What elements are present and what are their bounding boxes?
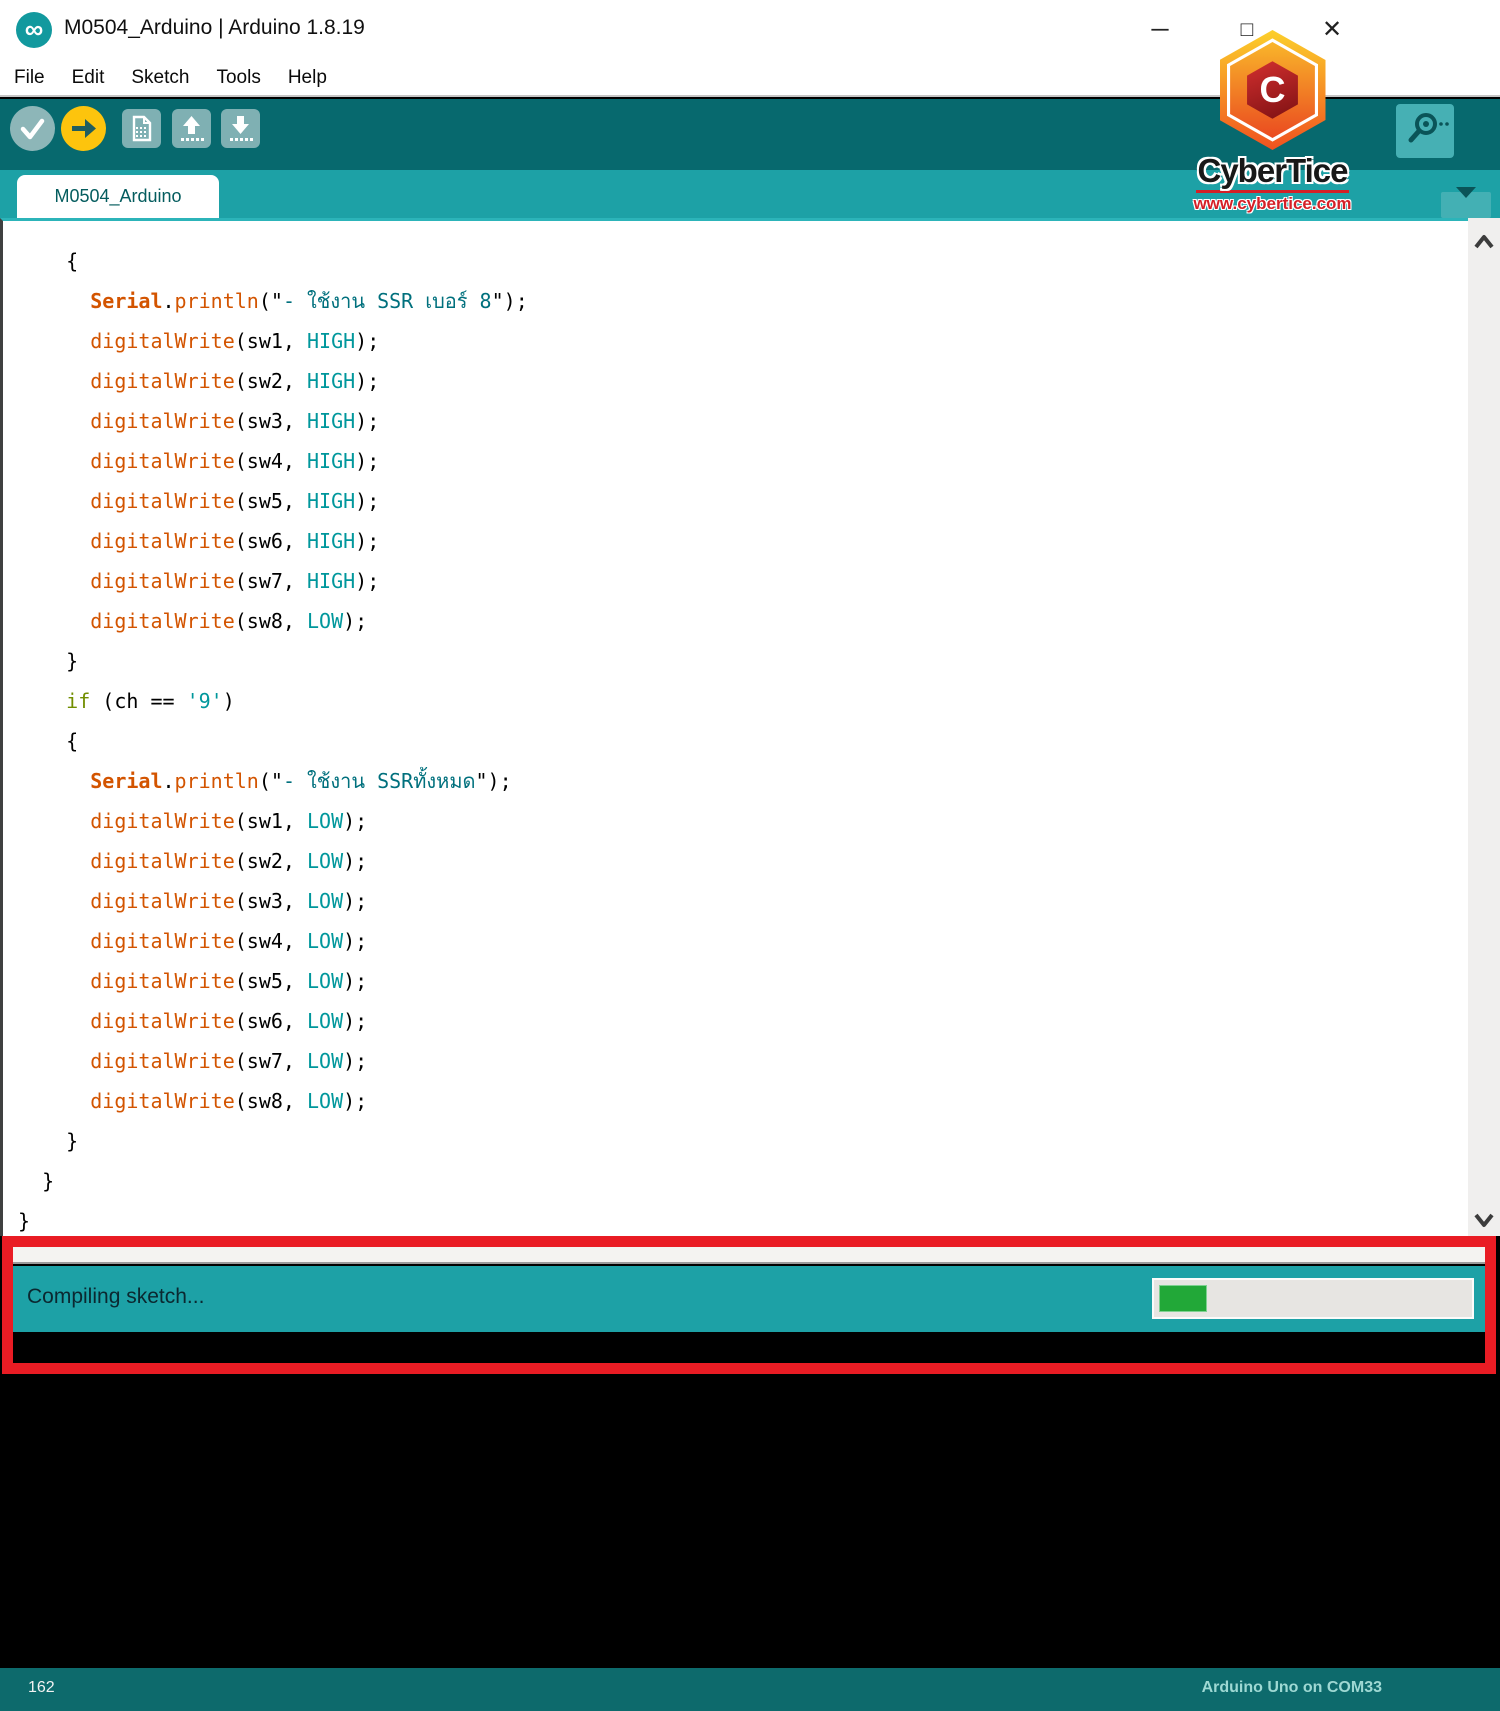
code-line: digitalWrite(sw3, HIGH); bbox=[90, 409, 380, 433]
code-line: if (ch == '9') bbox=[66, 689, 235, 713]
code-line: digitalWrite(sw8, LOW); bbox=[90, 609, 368, 633]
scroll-down-icon[interactable] bbox=[1468, 1204, 1500, 1234]
save-sketch-button[interactable] bbox=[221, 109, 260, 148]
code-line: digitalWrite(sw8, LOW); bbox=[90, 1089, 368, 1113]
code-line: digitalWrite(sw7, HIGH); bbox=[90, 569, 380, 593]
open-sketch-button[interactable] bbox=[172, 109, 211, 148]
code-line: } bbox=[18, 649, 79, 673]
menu-tools[interactable]: Tools bbox=[216, 67, 260, 89]
code-line: digitalWrite(sw2, HIGH); bbox=[90, 369, 380, 393]
cursor-line-number: 162 bbox=[28, 1679, 55, 1696]
code-line: digitalWrite(sw6, LOW); bbox=[90, 1009, 368, 1033]
check-icon bbox=[10, 106, 55, 151]
arduino-app-icon: ∞ bbox=[16, 12, 52, 48]
code-line: digitalWrite(sw4, HIGH); bbox=[90, 449, 380, 473]
minimize-button[interactable]: ─ bbox=[1128, 0, 1192, 60]
code-line: { bbox=[18, 729, 79, 753]
code-line: } bbox=[18, 1209, 31, 1233]
upload-arrow-icon bbox=[172, 109, 211, 148]
arduino-ide-window: ∞ M0504_Arduino | Arduino 1.8.19 ─ □ ✕ F… bbox=[0, 0, 1500, 1711]
window-title: M0504_Arduino | Arduino 1.8.19 bbox=[64, 16, 365, 39]
status-separator bbox=[13, 1247, 1487, 1264]
upload-button[interactable] bbox=[61, 106, 106, 151]
right-arrow-icon bbox=[61, 106, 106, 151]
verify-button[interactable] bbox=[10, 106, 55, 151]
code-line: digitalWrite(sw5, LOW); bbox=[90, 969, 368, 993]
new-sketch-button[interactable] bbox=[122, 109, 161, 148]
code-line: digitalWrite(sw5, HIGH); bbox=[90, 489, 380, 513]
magnifier-icon bbox=[1396, 104, 1454, 158]
code-line: digitalWrite(sw1, HIGH); bbox=[90, 329, 380, 353]
scroll-up-icon[interactable] bbox=[1468, 228, 1500, 258]
code-lines: { Serial.println("- ใช้งาน SSR เบอร์ 8")… bbox=[3, 241, 1468, 1236]
new-document-icon bbox=[122, 109, 161, 148]
code-line: } bbox=[18, 1169, 55, 1193]
code-line: { bbox=[18, 249, 79, 273]
progress-bar bbox=[1152, 1278, 1474, 1319]
code-line: digitalWrite(sw2, LOW); bbox=[90, 849, 368, 873]
serial-monitor-button[interactable] bbox=[1396, 104, 1454, 158]
tab-list-dropdown-button[interactable] bbox=[1441, 186, 1491, 218]
cybertice-title: CyberTice bbox=[1195, 152, 1350, 193]
code-line: digitalWrite(sw6, HIGH); bbox=[90, 529, 380, 553]
status-bar: Compiling sketch... bbox=[13, 1266, 1487, 1332]
progress-fill bbox=[1159, 1285, 1207, 1312]
menu-help[interactable]: Help bbox=[288, 67, 327, 89]
menu-file[interactable]: File bbox=[14, 67, 45, 89]
editor-scrollbar[interactable] bbox=[1468, 218, 1500, 1236]
chevron-down-icon bbox=[1456, 186, 1476, 213]
code-line: Serial.println("- ใช้งาน SSRทั้งหมด"); bbox=[90, 769, 512, 793]
code-editor[interactable]: { Serial.println("- ใช้งาน SSR เบอร์ 8")… bbox=[0, 218, 1468, 1236]
menu-edit[interactable]: Edit bbox=[72, 67, 105, 89]
code-line: digitalWrite(sw3, LOW); bbox=[90, 889, 368, 913]
code-line: } bbox=[18, 1129, 79, 1153]
tab-m0504-arduino[interactable]: M0504_Arduino bbox=[17, 175, 219, 218]
cybertice-hexagon-logo-icon: C bbox=[1219, 30, 1326, 150]
status-message: Compiling sketch... bbox=[27, 1285, 205, 1308]
footer-bar: 162 Arduino Uno on COM33 bbox=[0, 1668, 1500, 1711]
code-line: Serial.println("- ใช้งาน SSR เบอร์ 8"); bbox=[90, 289, 528, 313]
cybertice-url: www.cybertice.com bbox=[1193, 194, 1352, 213]
download-arrow-icon bbox=[221, 109, 260, 148]
code-line: digitalWrite(sw4, LOW); bbox=[90, 929, 368, 953]
cybertice-watermark: C CyberTice www.cybertice.com bbox=[1185, 30, 1360, 214]
code-line: digitalWrite(sw1, LOW); bbox=[90, 809, 368, 833]
code-line: digitalWrite(sw7, LOW); bbox=[90, 1049, 368, 1073]
board-port-info: Arduino Uno on COM33 bbox=[1201, 1679, 1382, 1696]
menu-sketch[interactable]: Sketch bbox=[131, 67, 189, 89]
